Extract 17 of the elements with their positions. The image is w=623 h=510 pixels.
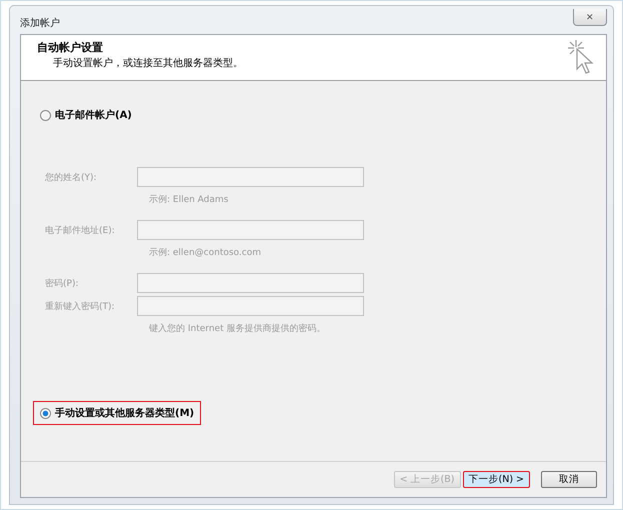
window-title: 添加帐户 xyxy=(20,16,60,30)
header-title: 自动帐户设置 xyxy=(37,40,104,55)
dialog-button[interactable]: 下一步(N) > xyxy=(462,471,530,488)
field-hint: 键入您的 Internet 服务提供商提供的密码。 xyxy=(149,322,326,335)
field-label: 您的姓名(Y): xyxy=(45,172,98,184)
dialog-button[interactable]: 取消 xyxy=(541,471,597,488)
field-label: 电子邮件地址(E): xyxy=(45,224,116,236)
close-button[interactable]: ✕ xyxy=(573,8,607,26)
field-label: 重新键入密码(T): xyxy=(45,300,116,312)
radio-button[interactable] xyxy=(40,408,51,418)
option-label[interactable]: 手动设置或其他服务器类型(M) xyxy=(55,406,194,420)
option-label[interactable]: 电子邮件帐户(A) xyxy=(55,108,132,122)
field-label: 密码(P): xyxy=(45,278,80,290)
field-hint: 示例: ellen@contoso.com xyxy=(149,247,261,259)
header-subtitle: 手动设置帐户，或连接至其他服务器类型。 xyxy=(53,56,243,70)
radio-button[interactable] xyxy=(40,110,51,120)
field-hint: 示例: Ellen Adams xyxy=(149,194,228,206)
